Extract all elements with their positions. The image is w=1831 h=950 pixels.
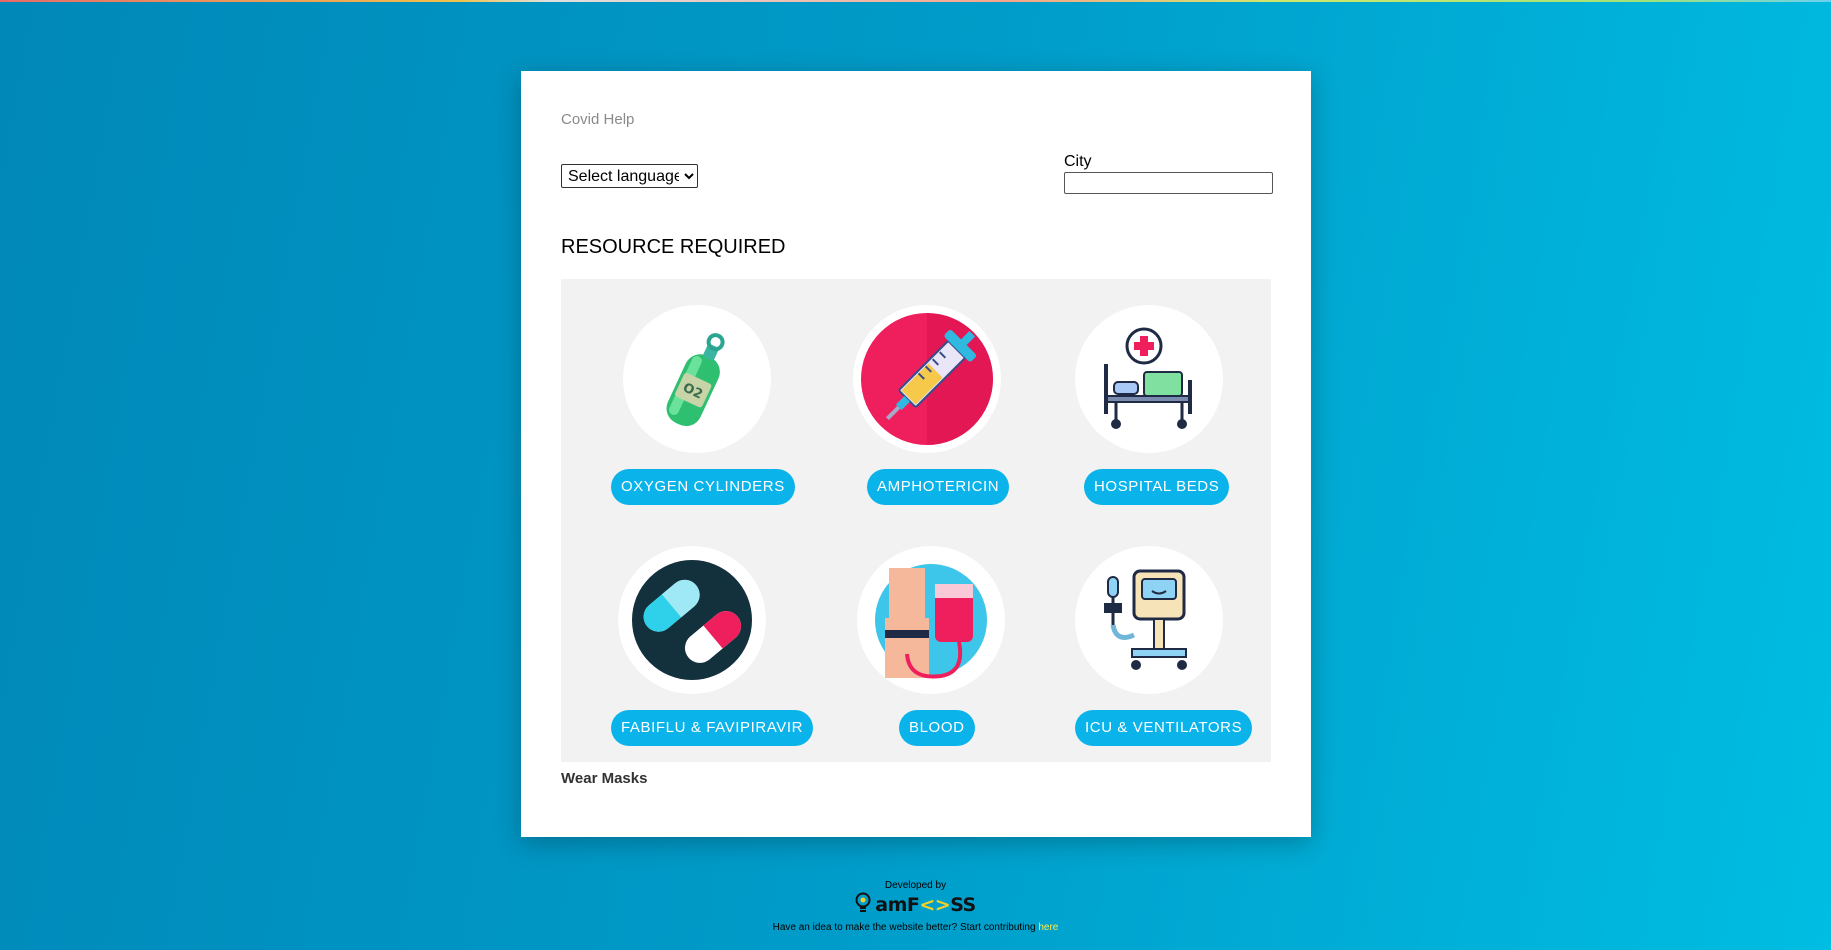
resource-button-icu-ventilators[interactable]: ICU & VENTILATORS [1075, 710, 1253, 746]
resource-button-blood[interactable]: BLOOD [899, 710, 975, 746]
syringe-icon[interactable] [853, 305, 1001, 453]
hospital-bed-icon[interactable] [1075, 305, 1223, 453]
main-card: Covid Help Select language City RESOURCE… [521, 71, 1311, 837]
site-title: Covid Help [561, 111, 635, 128]
blood-donation-icon[interactable] [857, 546, 1005, 694]
logo-text-brackets: <> [919, 894, 951, 916]
oxygen-cylinder-icon[interactable]: O2 [623, 305, 771, 453]
capsule-pills-icon[interactable] [618, 546, 766, 694]
contribute-text: Have an idea to make the website better?… [772, 922, 1036, 933]
bulb-icon [855, 892, 871, 919]
wear-masks-note: Wear Masks [561, 770, 648, 787]
section-title: RESOURCE REQUIRED [561, 236, 786, 258]
resource-button-oxygen[interactable]: OXYGEN CYLINDERS [611, 469, 795, 505]
city-label: City [1064, 153, 1092, 170]
resource-button-fabiflu[interactable]: FABIFLU & FAVIPIRAVIR [611, 710, 814, 746]
resource-button-hospital-beds[interactable]: HOSPITAL BEDS [1084, 469, 1230, 505]
top-accent-line [0, 0, 1831, 2]
city-input[interactable] [1064, 172, 1273, 194]
resource-grid: O2 OXYGEN CYLINDERS AMPHOTERICIN HOSPITA… [561, 279, 1271, 762]
developed-by-label: Developed by [884, 880, 947, 891]
logo-text-prefix: amF [875, 894, 920, 916]
language-select[interactable]: Select language [561, 164, 698, 188]
resource-button-amphotericin[interactable]: AMPHOTERICIN [867, 469, 1010, 505]
ventilator-icon[interactable] [1075, 546, 1223, 694]
amfoss-logo[interactable]: amF <> SS [0, 892, 1831, 919]
contribute-link[interactable]: here [1038, 922, 1058, 933]
logo-text-suffix: SS [950, 894, 976, 916]
contribute-line: Have an idea to make the website better?… [0, 922, 1831, 933]
